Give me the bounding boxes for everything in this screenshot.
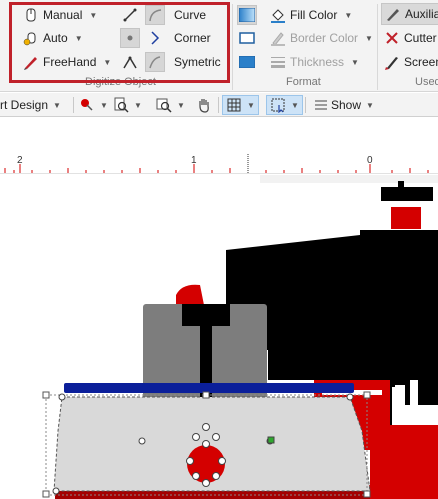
freehand-button[interactable]: FreeHand ▼ — [23, 52, 111, 72]
hand-cursor-icon — [23, 7, 39, 23]
arc-icon — [149, 9, 162, 22]
pin-tool-button[interactable]: ▼ — [79, 95, 108, 115]
curve-label: Curve — [174, 8, 207, 22]
symmetric-tool-button[interactable] — [120, 52, 140, 72]
chevron-down-icon[interactable]: ▼ — [365, 34, 373, 43]
group-divider — [377, 4, 378, 90]
border-color-button[interactable]: Border Color ▼ — [270, 28, 373, 48]
fill-preview-button[interactable] — [237, 5, 257, 25]
digitize-group-label: Digitize Object — [85, 76, 156, 88]
view-toolbar: rt Design ▼ ▼ ▼ ▼ ▼ ▼ Show ▼ — [0, 93, 438, 117]
freehand-label: FreeHand — [43, 55, 97, 69]
chevron-down-icon[interactable]: ▼ — [103, 58, 111, 67]
grid-icon — [227, 98, 241, 112]
border-color-label: Border Color — [290, 31, 359, 45]
auto-digitize-icon — [23, 30, 39, 46]
drawing-artwork — [42, 175, 438, 499]
border-brush-icon — [270, 30, 286, 46]
curve-button[interactable]: Curve — [174, 5, 206, 25]
fill-color-label: Fill Color — [290, 8, 338, 22]
smooth-curve-icon — [149, 56, 161, 69]
smooth-tool-button[interactable] — [145, 52, 165, 72]
design-dropdown[interactable]: rt Design ▼ — [0, 95, 61, 115]
toolbar-divider — [218, 97, 219, 113]
toolbar-divider — [73, 97, 74, 113]
chevron-down-icon[interactable]: ▼ — [53, 101, 61, 110]
scissors-icon — [384, 30, 400, 46]
used-group-label: Used — [415, 76, 438, 88]
toolbar-divider — [305, 97, 306, 113]
thickness-swatch-icon — [239, 56, 255, 68]
thickness-button[interactable]: Thickness ▼ — [270, 52, 359, 72]
fill-swatch-icon — [239, 8, 255, 22]
corner-button[interactable]: Corner — [174, 28, 211, 48]
auto-button[interactable]: Auto ▼ — [23, 28, 83, 48]
symmetric-label: Symetric — [174, 55, 221, 69]
point-tool-button[interactable] — [120, 28, 140, 48]
pen-icon — [385, 6, 401, 22]
ribbon: Manual ▼ Auto ▼ FreeHand ▼ Curve Corner — [0, 0, 438, 92]
ruler-tick-label: 0 — [367, 155, 373, 166]
chevron-down-icon[interactable]: ▼ — [134, 101, 142, 110]
cutter-button[interactable]: Cutter — [384, 28, 437, 48]
line-icon — [123, 8, 137, 22]
horizontal-ruler: 2 1 0 — [0, 152, 438, 174]
zoom-page-button[interactable]: ▼ — [113, 95, 142, 115]
corner-label: Corner — [174, 31, 211, 45]
group-divider — [232, 4, 233, 90]
border-swatch-icon — [239, 32, 255, 44]
chevron-down-icon[interactable]: ▼ — [344, 11, 352, 20]
chevron-down-icon[interactable]: ▼ — [351, 58, 359, 67]
corner-tool-button[interactable] — [145, 28, 165, 48]
border-preview-button[interactable] — [237, 28, 257, 48]
zoom-page-icon — [114, 97, 129, 113]
pan-button[interactable] — [196, 95, 212, 115]
design-canvas[interactable] — [0, 175, 438, 499]
ruler-tick-label: 2 — [17, 155, 23, 166]
snap-button[interactable]: ▼ — [266, 95, 303, 115]
pencil-icon — [23, 54, 39, 70]
grid-button[interactable]: ▼ — [222, 95, 259, 115]
manual-label: Manual — [43, 8, 83, 22]
brush-icon — [384, 54, 400, 70]
symmetric-icon — [123, 56, 137, 69]
show-label: Show — [331, 98, 362, 112]
thickness-preview-button[interactable] — [237, 52, 257, 72]
screen-label: Screen — [404, 55, 438, 69]
chevron-down-icon[interactable]: ▼ — [100, 101, 108, 110]
list-icon — [315, 100, 327, 110]
thickness-label: Thickness — [290, 55, 345, 69]
auxiliary-button[interactable]: Auxilia — [381, 3, 438, 25]
zoom-area-icon — [156, 98, 172, 113]
paint-bucket-icon — [270, 7, 286, 23]
chevron-down-icon[interactable]: ▼ — [366, 101, 374, 110]
show-dropdown[interactable]: Show ▼ — [313, 95, 374, 115]
format-group-label: Format — [286, 76, 321, 88]
line-weight-icon — [270, 54, 286, 70]
fill-color-button[interactable]: Fill Color ▼ — [270, 5, 352, 25]
point-icon — [127, 35, 133, 41]
chevron-down-icon[interactable]: ▼ — [247, 101, 255, 110]
symmetric-button[interactable]: Symetric — [174, 52, 221, 72]
cutter-label: Cutter — [404, 31, 437, 45]
chevron-down-icon[interactable]: ▼ — [89, 11, 97, 20]
zoom-area-button[interactable]: ▼ — [156, 95, 185, 115]
chevron-down-icon[interactable]: ▼ — [177, 101, 185, 110]
snap-icon — [271, 98, 285, 113]
ruler-tick-label: 1 — [191, 155, 197, 166]
pin-icon — [81, 99, 93, 111]
auxiliary-label: Auxilia — [405, 7, 438, 21]
manual-button[interactable]: Manual ▼ — [23, 5, 97, 25]
chevron-down-icon[interactable]: ▼ — [291, 101, 299, 110]
hand-pan-icon — [199, 99, 209, 113]
arc-tool-button[interactable] — [145, 5, 165, 25]
line-tool-button[interactable] — [120, 5, 140, 25]
chevron-down-icon[interactable]: ▼ — [75, 34, 83, 43]
auto-label: Auto — [43, 31, 68, 45]
screen-button[interactable]: Screen — [384, 52, 438, 72]
corner-icon — [151, 31, 160, 45]
design-label: rt Design — [0, 98, 49, 112]
